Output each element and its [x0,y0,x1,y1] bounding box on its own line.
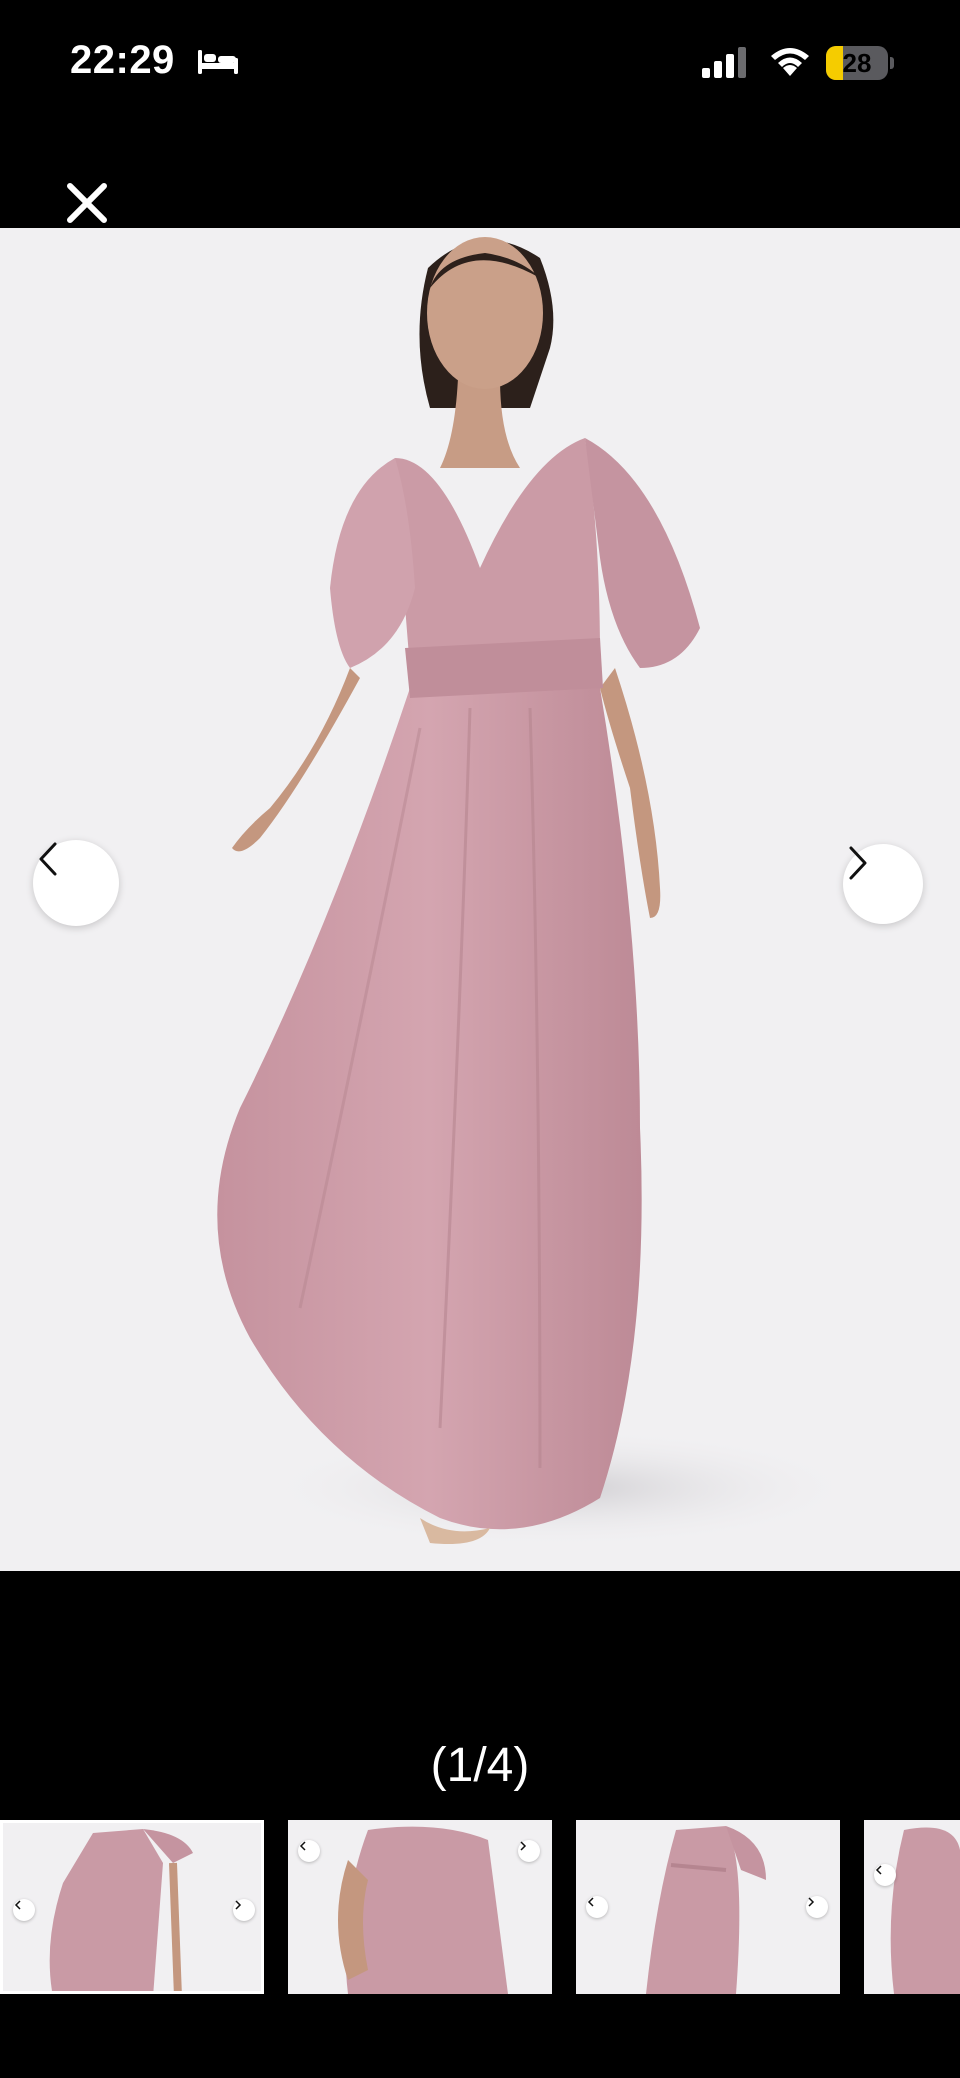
close-button[interactable] [62,178,112,228]
thumbnail-2[interactable] [288,1820,552,1994]
thumbnail-next-arrow [518,1840,540,1862]
product-image[interactable] [0,228,960,1571]
thumbnail-image [338,1826,508,1994]
thumbnail-prev-arrow [13,1899,35,1921]
dress-photo [217,237,860,1548]
signal-icon [700,46,750,83]
thumbnail-image [646,1826,766,1994]
close-icon [67,183,107,223]
status-bar: 22:29 28 [0,0,960,130]
previous-image-button[interactable] [33,840,119,926]
battery-icon: 28 [826,46,894,80]
next-image-button[interactable] [843,844,923,924]
image-counter: (1/4) [430,1739,530,1792]
thumbnail-3[interactable] [576,1820,840,1994]
thumbnail-next-arrow [806,1896,828,1918]
wifi-icon [768,44,812,83]
thumbnail-image [890,1827,960,1994]
chevron-right-icon [849,846,867,880]
chevron-left-icon [39,842,57,876]
thumbnail-4[interactable] [864,1820,960,1994]
status-time: 22:29 [70,38,175,82]
thumbnail-prev-arrow [298,1840,320,1862]
thumbnail-prev-arrow [586,1896,608,1918]
thumbnail-image [49,1829,193,1991]
thumbnail-1[interactable] [0,1820,264,1994]
thumbnail-strip[interactable] [0,1820,960,1994]
battery-level: 28 [842,48,872,78]
sleep-icon [196,46,240,81]
thumbnail-prev-arrow [874,1864,896,1886]
thumbnail-next-arrow [233,1899,255,1921]
